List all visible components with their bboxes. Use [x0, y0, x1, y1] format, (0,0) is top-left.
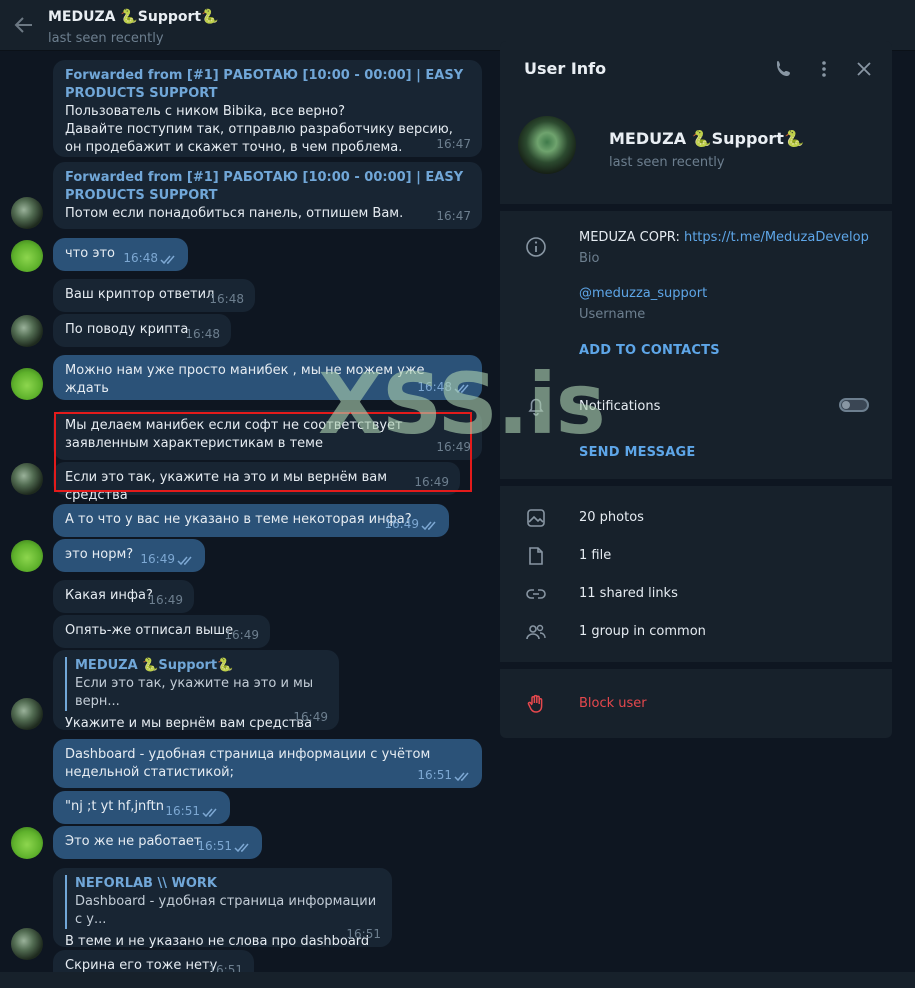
message-time: 16:48	[209, 292, 244, 306]
message-text: В теме и не указано не слова про dashboa…	[65, 934, 370, 949]
reply-quote[interactable]: NEFORLAB \\ WORK Dashboard - удобная стр…	[65, 875, 380, 929]
groups-in-common[interactable]: 1 group in common	[579, 624, 706, 639]
message-bubble[interactable]: Ваш криптор ответил 16:48	[53, 279, 255, 312]
avatar-meduza[interactable]	[11, 463, 43, 495]
photos-count[interactable]: 20 photos	[579, 510, 644, 525]
message-text: Потом если понадобиться панель, отпишем …	[65, 206, 404, 221]
message-text: А то что у вас не указано в теме некотор…	[65, 512, 412, 527]
toggle-knob	[842, 401, 850, 409]
block-user-button[interactable]: Block user	[579, 696, 647, 711]
message-bubble-outgoing[interactable]: что это 16:48	[53, 238, 188, 271]
avatar-user[interactable]	[11, 368, 43, 400]
message-bubble-outgoing[interactable]: Это же не работает 16:51	[53, 826, 262, 859]
message-bubble-outgoing[interactable]: Dashboard - удобная страница информации …	[53, 739, 482, 788]
message-time: 16:48	[123, 251, 158, 265]
section-divider	[500, 204, 892, 211]
close-icon[interactable]	[854, 59, 874, 79]
message-time: 16:51	[417, 768, 452, 782]
double-check-icon	[454, 772, 469, 782]
message-bubble-reply[interactable]: MEDUZA 🐍Support🐍 Если это так, укажите н…	[53, 650, 339, 731]
message-time: 16:51	[165, 804, 200, 818]
section-divider	[500, 662, 892, 669]
reply-author: MEDUZA 🐍Support🐍	[75, 658, 234, 673]
message-bubble[interactable]: Forwarded from [#1] РАБОТАЮ [10:00 - 00:…	[53, 162, 482, 229]
double-check-icon	[234, 843, 249, 853]
avatar-user[interactable]	[11, 827, 43, 859]
forwarded-from[interactable]: Forwarded from [#1] РАБОТАЮ [10:00 - 00:…	[65, 169, 470, 205]
avatar-meduza[interactable]	[11, 928, 43, 960]
message-time: 16:47	[436, 137, 471, 151]
double-check-icon	[177, 556, 192, 566]
chat-area[interactable]: Forwarded from [#1] РАБОТАЮ [10:00 - 00:…	[0, 51, 500, 972]
message-text: Укажите и мы вернём вам средства	[65, 716, 313, 731]
links-count[interactable]: 11 shared links	[579, 586, 678, 601]
phone-icon[interactable]	[774, 59, 794, 79]
reply-quote[interactable]: MEDUZA 🐍Support🐍 Если это так, укажите н…	[65, 657, 327, 711]
message-time: 16:48	[185, 327, 220, 341]
back-arrow-icon[interactable]	[12, 13, 36, 37]
reply-snippet: Если это так, укажите на это и мы верн..…	[75, 676, 314, 709]
message-text: Dashboard - удобная страница информации …	[65, 747, 431, 780]
message-time: 16:49	[384, 517, 419, 531]
avatar-meduza[interactable]	[11, 315, 43, 347]
message-bubble-outgoing[interactable]: это норм? 16:49	[53, 539, 205, 572]
bio-link[interactable]: https://t.me/MeduzaDevelop	[684, 230, 869, 245]
message-bubble-reply[interactable]: NEFORLAB \\ WORK Dashboard - удобная стр…	[53, 868, 392, 949]
forwarded-from[interactable]: Forwarded from [#1] РАБОТАЮ [10:00 - 00:…	[65, 67, 470, 103]
message-bubble[interactable]: Какая инфа? 16:49	[53, 580, 194, 613]
watermark: XSS.is	[318, 355, 606, 453]
message-time: 16:49	[140, 552, 175, 566]
message-bubble[interactable]: Скрина его тоже нету 16:51	[53, 950, 254, 972]
message-text: Пользователь с ником Bibika, все верно? …	[65, 104, 453, 155]
bio-prefix: MEDUZA COPR:	[579, 230, 684, 245]
bio-label: Bio	[579, 251, 600, 266]
message-bubble-outgoing[interactable]: А то что у вас не указано в теме некотор…	[53, 504, 449, 537]
profile-status: last seen recently	[609, 155, 725, 170]
message-time: 16:51	[208, 963, 243, 972]
info-icon	[526, 237, 546, 257]
file-icon	[529, 547, 543, 565]
group-icon	[526, 624, 546, 640]
reply-snippet: Dashboard - удобная страница информации …	[75, 894, 377, 927]
message-time: 16:51	[197, 839, 232, 853]
profile-name: MEDUZA 🐍Support🐍	[609, 129, 804, 148]
avatar-meduza[interactable]	[11, 698, 43, 730]
message-bubble[interactable]: По поводу крипта 16:48	[53, 314, 231, 347]
message-time: 16:49	[148, 593, 183, 607]
bio-text: MEDUZA COPR: https://t.me/MeduzaDevelop	[579, 230, 869, 245]
notifications-toggle[interactable]	[839, 398, 869, 412]
panel-title: User Info	[524, 59, 607, 78]
more-vertical-icon[interactable]	[814, 59, 834, 79]
photo-icon	[527, 509, 545, 527]
username-link[interactable]: @meduzza_support	[579, 286, 707, 301]
message-bubble[interactable]: Forwarded from [#1] РАБОТАЮ [10:00 - 00:…	[53, 60, 482, 157]
message-time: 16:51	[346, 927, 381, 941]
profile-avatar[interactable]	[518, 116, 576, 174]
double-check-icon	[202, 808, 217, 818]
message-bubble-outgoing[interactable]: "nj ;t yt hf,jnftn 16:51	[53, 791, 230, 824]
reply-author: NEFORLAB \\ WORK	[75, 876, 217, 891]
input-bar[interactable]	[0, 972, 915, 988]
message-time: 16:49	[293, 710, 328, 724]
double-check-icon	[160, 255, 175, 265]
avatar-user[interactable]	[11, 540, 43, 572]
section-divider	[500, 479, 892, 486]
chat-status: last seen recently	[48, 31, 164, 46]
files-count[interactable]: 1 file	[579, 548, 611, 563]
message-time: 16:49	[224, 628, 259, 642]
double-check-icon	[421, 521, 436, 531]
message-time: 16:47	[436, 209, 471, 223]
username-label: Username	[579, 307, 646, 322]
avatar-meduza[interactable]	[11, 197, 43, 229]
message-bubble[interactable]: Опять-же отписал выше 16:49	[53, 615, 270, 648]
chat-title[interactable]: MEDUZA 🐍Support🐍	[48, 9, 219, 25]
hand-stop-icon	[527, 694, 543, 713]
avatar-user[interactable]	[11, 240, 43, 272]
link-icon	[526, 589, 546, 599]
